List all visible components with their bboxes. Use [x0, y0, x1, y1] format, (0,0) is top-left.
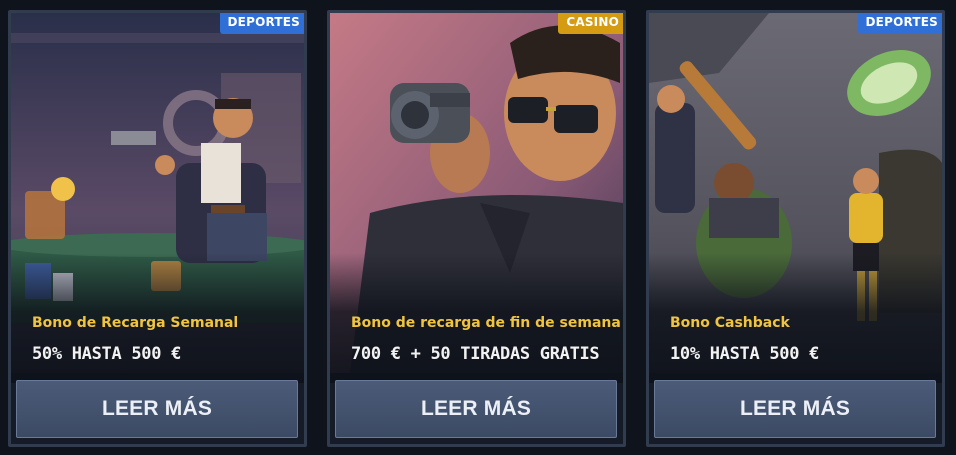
read-more-button[interactable]: LEER MÁS [16, 380, 298, 438]
promo-title: Bono de Recarga Semanal [32, 315, 239, 331]
promo-title: Bono Cashback [670, 315, 790, 331]
category-badge: DEPORTES [857, 13, 942, 34]
promo-offer: 700 € + 50 TIRADAS GRATIS [351, 344, 600, 364]
read-more-button[interactable]: LEER MÁS [654, 380, 936, 438]
category-badge: DEPORTES [219, 13, 304, 34]
promotions-grid: DEPORTES Bono de Recarga Semanal 50% HAS… [0, 0, 956, 455]
promo-card-weekly-reload[interactable]: DEPORTES Bono de Recarga Semanal 50% HAS… [8, 10, 307, 447]
promo-card-cashback[interactable]: DEPORTES Bono Cashback 10% HASTA 500 € L… [646, 10, 945, 447]
promo-title: Bono de recarga de fin de semana [351, 315, 621, 331]
promo-card-weekend-reload[interactable]: CASINO Bono de recarga de fin de semana … [327, 10, 626, 447]
promo-offer: 50% HASTA 500 € [32, 344, 182, 364]
promo-offer: 10% HASTA 500 € [670, 344, 820, 364]
category-badge: CASINO [558, 13, 623, 34]
read-more-button[interactable]: LEER MÁS [335, 380, 617, 438]
